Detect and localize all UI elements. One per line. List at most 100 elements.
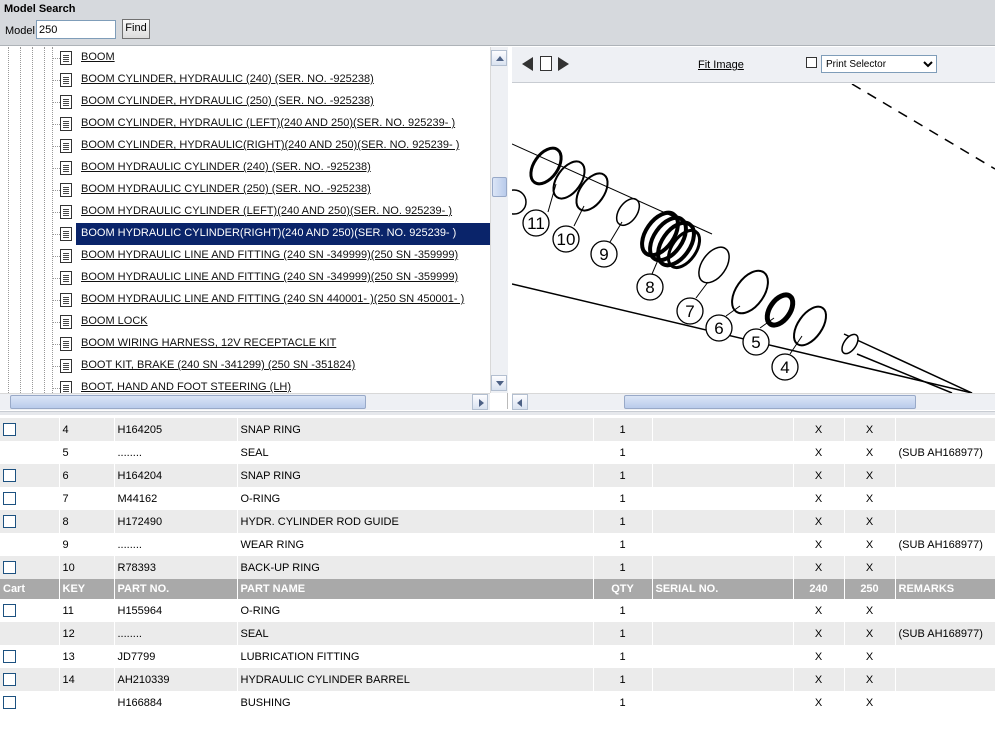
tree-item[interactable]: BOOM HYDRAULIC CYLINDER (240) (SER. NO. … xyxy=(52,157,490,179)
tree-item[interactable]: BOOM CYLINDER, HYDRAULIC (LEFT)(240 AND … xyxy=(52,113,490,135)
tree-item-label[interactable]: BOOM HYDRAULIC CYLINDER (240) (SER. NO. … xyxy=(81,161,371,173)
tree-item-label[interactable]: BOOM WIRING HARNESS, 12V RECEPTACLE KIT xyxy=(81,337,336,349)
tree-item[interactable]: BOOM xyxy=(52,47,490,69)
page-icon[interactable] xyxy=(540,56,552,71)
tree-item[interactable]: BOOM HYDRAULIC LINE AND FITTING (240 SN … xyxy=(52,245,490,267)
column-header[interactable]: QTY xyxy=(593,579,653,599)
model-input[interactable] xyxy=(36,20,116,39)
callout-5[interactable]: 5 xyxy=(742,328,770,356)
fit-image-link[interactable]: Fit Image xyxy=(698,59,744,71)
add-to-cart-checkbox[interactable] xyxy=(3,492,16,505)
tree-item[interactable]: BOOM HYDRAULIC CYLINDER(RIGHT)(240 AND 2… xyxy=(52,223,490,245)
scroll-right-button[interactable] xyxy=(472,394,488,410)
next-page-icon[interactable] xyxy=(558,57,569,71)
add-to-cart-checkbox[interactable] xyxy=(3,673,16,686)
parts-diagram[interactable]: 11 10 9 8 7 6 5 4 xyxy=(512,84,995,393)
tree-item-label[interactable]: BOOM CYLINDER, HYDRAULIC (LEFT)(240 AND … xyxy=(81,117,455,129)
tree-item[interactable]: BOOM HYDRAULIC CYLINDER (LEFT)(240 AND 2… xyxy=(52,201,490,223)
serial-cell xyxy=(652,441,794,464)
add-to-cart-checkbox[interactable] xyxy=(3,469,16,482)
table-row[interactable]: 11 H155964 O-RING 1 X X xyxy=(0,599,995,622)
tree-item[interactable]: BOOM CYLINDER, HYDRAULIC(RIGHT)(240 AND … xyxy=(52,135,490,157)
tree-item-label[interactable]: BOOT, HAND AND FOOT STEERING (LH) xyxy=(81,381,291,393)
tree-item[interactable]: BOOM HYDRAULIC LINE AND FITTING (240 SN … xyxy=(52,267,490,289)
add-to-cart-checkbox[interactable] xyxy=(3,423,16,436)
column-header[interactable]: SERIAL NO. xyxy=(652,579,794,599)
part-number-cell: AH210339 xyxy=(114,668,238,691)
column-header[interactable]: REMARKS xyxy=(895,579,995,599)
scroll-thumb[interactable] xyxy=(624,395,916,409)
tree-item-label[interactable]: BOOM CYLINDER, HYDRAULIC(RIGHT)(240 AND … xyxy=(81,139,459,151)
table-row[interactable]: 7 M44162 O-RING 1 X X xyxy=(0,487,995,510)
previous-page-icon[interactable] xyxy=(522,57,533,71)
callout-11[interactable]: 11 xyxy=(522,209,550,237)
tree-item[interactable]: BOOM WIRING HARNESS, 12V RECEPTACLE KIT xyxy=(52,333,490,355)
model-250-cell: X xyxy=(844,691,896,714)
tree-horizontal-scrollbar[interactable] xyxy=(0,393,490,410)
table-row[interactable]: 10 R78393 BACK-UP RING 1 X X xyxy=(0,556,995,579)
tree-item[interactable]: BOOM CYLINDER, HYDRAULIC (240) (SER. NO.… xyxy=(52,69,490,91)
column-header[interactable]: PART NO. xyxy=(114,579,238,599)
tree-item[interactable]: BOOT KIT, BRAKE (240 SN -341299) (250 SN… xyxy=(52,355,490,377)
callout-10[interactable]: 10 xyxy=(552,225,580,253)
tree-item-label[interactable]: BOOM HYDRAULIC CYLINDER (250) (SER. NO. … xyxy=(81,183,371,195)
add-to-cart-checkbox[interactable] xyxy=(3,515,16,528)
tree-item-label[interactable]: BOOM HYDRAULIC CYLINDER (LEFT)(240 AND 2… xyxy=(81,205,452,217)
tree-item[interactable]: BOOM HYDRAULIC CYLINDER (250) (SER. NO. … xyxy=(52,179,490,201)
find-button[interactable]: Find xyxy=(122,19,150,39)
ring-part xyxy=(529,146,563,186)
tree-item-label[interactable]: BOOM CYLINDER, HYDRAULIC (240) (SER. NO.… xyxy=(81,73,374,85)
column-header[interactable]: 240 xyxy=(793,579,845,599)
table-row[interactable]: 8 H172490 HYDR. CYLINDER ROD GUIDE 1 X X xyxy=(0,510,995,533)
table-row[interactable]: 9........ WEAR RING 1 X X (SUB AH168977) xyxy=(0,533,995,556)
add-to-cart-checkbox[interactable] xyxy=(3,561,16,574)
tree-vertical-scrollbar[interactable] xyxy=(490,47,508,393)
callout-4[interactable]: 4 xyxy=(771,353,799,381)
tree-item-label[interactable]: BOOM CYLINDER, HYDRAULIC (250) (SER. NO.… xyxy=(81,95,374,107)
tree-item-label[interactable]: BOOM LOCK xyxy=(81,315,148,327)
scroll-up-button[interactable] xyxy=(491,50,507,66)
column-header[interactable]: Cart xyxy=(0,579,60,599)
part-number-cell: R78393 xyxy=(114,556,238,579)
tree-item[interactable]: BOOM CYLINDER, HYDRAULIC (250) (SER. NO.… xyxy=(52,91,490,113)
add-to-cart-checkbox[interactable] xyxy=(3,604,16,617)
scroll-thumb[interactable] xyxy=(492,177,507,197)
tree-connector xyxy=(52,256,60,257)
print-selector-dropdown[interactable]: Print Selector xyxy=(821,55,937,73)
add-to-cart-checkbox[interactable] xyxy=(3,696,16,709)
tree-item-label[interactable]: BOOM HYDRAULIC CYLINDER(RIGHT)(240 AND 2… xyxy=(81,227,456,239)
table-row[interactable]: 13 JD7799 LUBRICATION FITTING 1 X X xyxy=(0,645,995,668)
tree-item[interactable]: BOOM LOCK xyxy=(52,311,490,333)
table-row[interactable]: 5........ SEAL 1 X X (SUB AH168977) xyxy=(0,441,995,464)
tree-item-label[interactable]: BOOM HYDRAULIC LINE AND FITTING (240 SN … xyxy=(81,271,458,283)
panel-splitter[interactable] xyxy=(0,411,995,415)
cart-cell xyxy=(0,418,60,441)
tree-item[interactable]: BOOM HYDRAULIC LINE AND FITTING (240 SN … xyxy=(52,289,490,311)
exploded-view-drawing: 11 10 9 8 7 6 5 4 xyxy=(512,84,995,393)
table-row[interactable]: 14 AH210339 HYDRAULIC CYLINDER BARREL 1 X X xyxy=(0,668,995,691)
tree-item-label[interactable]: BOOM xyxy=(81,51,115,63)
callout-8[interactable]: 8 xyxy=(636,273,664,301)
tree-item-label[interactable]: BOOT KIT, BRAKE (240 SN -341299) (250 SN… xyxy=(81,359,355,371)
remarks-cell xyxy=(895,691,995,714)
serial-cell xyxy=(652,533,794,556)
scroll-left-button[interactable] xyxy=(512,394,528,410)
callout-7[interactable]: 7 xyxy=(676,297,704,325)
column-header[interactable]: PART NAME xyxy=(237,579,594,599)
tree-item-label[interactable]: BOOM HYDRAULIC LINE AND FITTING (240 SN … xyxy=(81,293,464,305)
scroll-thumb[interactable] xyxy=(10,395,366,409)
table-row[interactable]: H166884 BUSHING 1 X X xyxy=(0,691,995,714)
tree-item-label[interactable]: BOOM HYDRAULIC LINE AND FITTING (240 SN … xyxy=(81,249,458,261)
cart-cell xyxy=(0,533,60,556)
table-row[interactable]: 12........ SEAL 1 X X (SUB AH168977) xyxy=(0,622,995,645)
callout-6[interactable]: 6 xyxy=(705,314,733,342)
add-to-cart-checkbox[interactable] xyxy=(3,650,16,663)
column-header[interactable]: KEY xyxy=(59,579,115,599)
printer-icon[interactable] xyxy=(806,57,817,68)
scroll-down-button[interactable] xyxy=(491,375,507,391)
table-row[interactable]: 4 H164205 SNAP RING 1 X X xyxy=(0,418,995,441)
column-header[interactable]: 250 xyxy=(844,579,896,599)
image-horizontal-scrollbar[interactable] xyxy=(512,393,995,410)
callout-9[interactable]: 9 xyxy=(590,240,618,268)
table-row[interactable]: 6 H164204 SNAP RING 1 X X xyxy=(0,464,995,487)
